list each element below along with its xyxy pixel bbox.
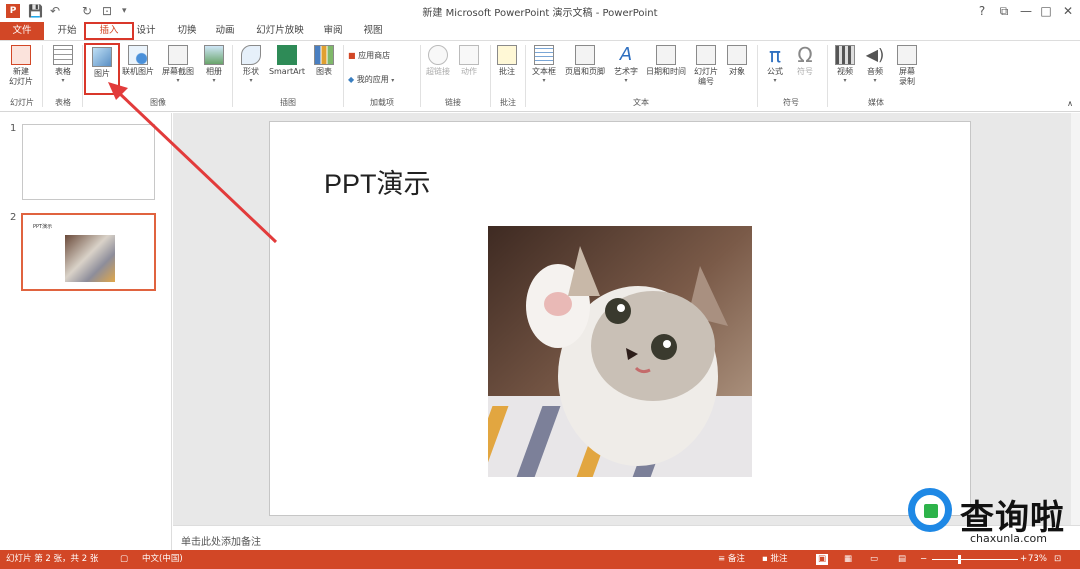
watermark-logo: 查询啦 chaxunla.com — [900, 480, 1078, 550]
fit-to-window-icon[interactable]: ⊡ — [1054, 554, 1061, 565]
comments-toggle-label: 批注 — [770, 554, 788, 564]
slide-sorter-icon[interactable]: ▦ — [844, 554, 852, 565]
normal-view-icon[interactable]: ▣ — [816, 554, 829, 565]
watermark-q-icon — [924, 504, 938, 518]
slide-count-status[interactable]: 幻灯片 第 2 张，共 2 张 — [6, 554, 98, 565]
comments-toggle[interactable]: ▪ 批注 — [762, 554, 787, 565]
zoom-level[interactable]: 73% — [1028, 554, 1047, 565]
zoom-in-icon[interactable]: + — [1020, 554, 1027, 565]
watermark-url: chaxunla.com — [970, 532, 1047, 545]
notes-toggle-label: 备注 — [727, 554, 745, 564]
spellcheck-icon[interactable]: ▢ — [120, 554, 128, 565]
status-bar: 幻灯片 第 2 张，共 2 张 ▢ 中文(中国) ≡ 备注 ▪ 批注 ▣ ▦ ▭… — [0, 550, 1080, 569]
slideshow-view-icon[interactable]: ▤ — [898, 554, 906, 565]
language-status[interactable]: 中文(中国) — [142, 554, 183, 565]
zoom-slider[interactable] — [932, 559, 1018, 560]
zoom-out-icon[interactable]: − — [920, 554, 927, 565]
notes-toggle[interactable]: ≡ 备注 — [718, 554, 745, 565]
powerpoint-window: P 💾 ↶ ↻ ⊡ ▾ 新建 Microsoft PowerPoint 演示文稿… — [0, 0, 1080, 569]
zoom-slider-thumb[interactable] — [958, 555, 961, 564]
reading-view-icon[interactable]: ▭ — [870, 554, 878, 565]
